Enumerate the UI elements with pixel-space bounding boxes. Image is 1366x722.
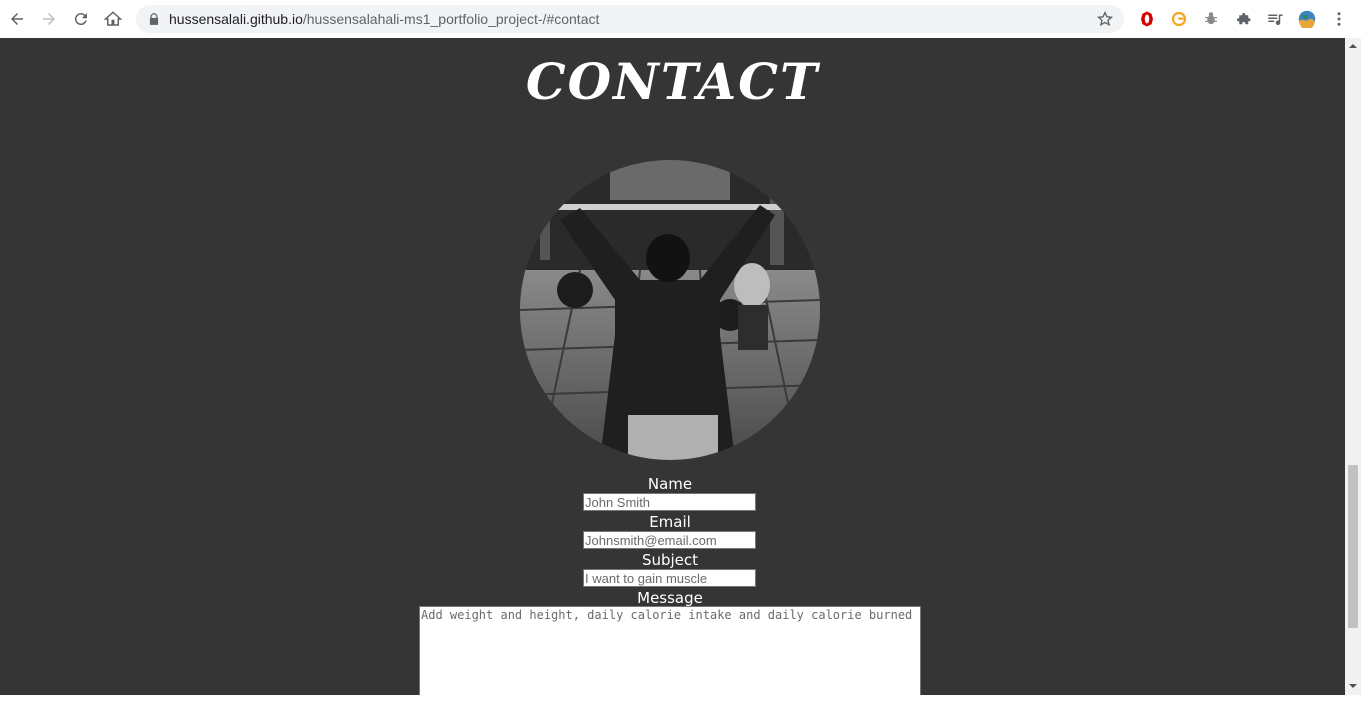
scroll-up-arrow-icon[interactable] [1349, 42, 1357, 50]
browser-menu-icon[interactable] [1329, 9, 1349, 29]
grammar-extension-icon[interactable] [1169, 9, 1189, 29]
forward-icon[interactable] [37, 7, 61, 31]
extensions-puzzle-icon[interactable] [1233, 9, 1253, 29]
contact-heading: CONTACT [525, 52, 820, 111]
reload-icon[interactable] [69, 7, 93, 31]
browser-toolbar: hussensalali.github.io/hussensalahali-ms… [0, 0, 1366, 38]
bug-extension-icon[interactable] [1201, 9, 1221, 29]
name-label: Name [647, 475, 693, 493]
back-icon[interactable] [5, 7, 29, 31]
subject-label: Subject [641, 551, 699, 569]
message-textarea[interactable] [419, 606, 921, 695]
bookmark-star-icon[interactable] [1096, 10, 1114, 28]
vertical-scrollbar[interactable] [1345, 38, 1361, 695]
address-bar[interactable]: hussensalali.github.io/hussensalahali-ms… [136, 5, 1124, 33]
lock-icon[interactable] [147, 12, 161, 26]
scroll-thumb[interactable] [1348, 465, 1358, 628]
media-queue-icon[interactable] [1265, 9, 1285, 29]
url-text[interactable]: hussensalali.github.io/hussensalahali-ms… [169, 11, 599, 27]
page-viewport: CONTACT Name Em [0, 38, 1345, 695]
url-path: /hussensalahali-ms1_portfolio_project-/#… [302, 11, 600, 27]
window-bottom-edge [0, 695, 1366, 722]
gym-photo [520, 160, 820, 460]
email-label: Email [649, 513, 691, 531]
message-label: Message [637, 589, 703, 607]
home-icon[interactable] [101, 7, 125, 31]
email-input[interactable] [583, 531, 756, 549]
subject-input[interactable] [583, 569, 756, 587]
scroll-down-arrow-icon[interactable] [1349, 682, 1357, 690]
profile-avatar[interactable] [1297, 9, 1317, 29]
name-input[interactable] [583, 493, 756, 511]
opera-extension-icon[interactable] [1137, 9, 1157, 29]
url-domain: hussensalali.github.io [169, 11, 303, 27]
